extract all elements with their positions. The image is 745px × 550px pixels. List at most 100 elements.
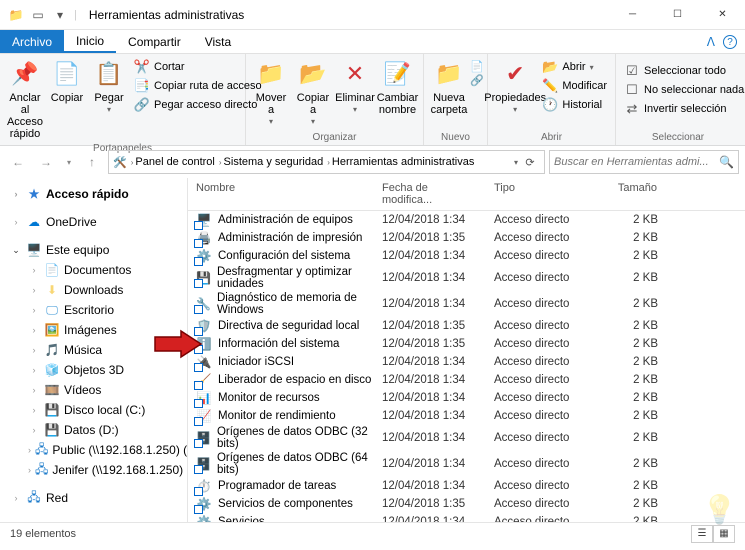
nav-este-equipo[interactable]: ⌄🖥️Este equipo <box>0 240 187 260</box>
invert-selection-button[interactable]: ⇄Invertir selección <box>620 100 745 118</box>
nav-red[interactable]: ›🖧Red <box>0 488 187 508</box>
file-row[interactable]: 🔧Diagnóstico de memoria de Windows12/04/… <box>188 291 745 317</box>
group-organizar-label: Organizar <box>250 131 419 145</box>
file-name: Monitor de rendimiento <box>218 410 336 422</box>
nav-recent-dropdown[interactable]: ▾ <box>62 150 76 174</box>
tab-inicio[interactable]: Inicio <box>64 30 116 53</box>
help-icon[interactable]: ? <box>723 35 737 49</box>
select-none-button[interactable]: ☐No seleccionar nada <box>620 81 745 99</box>
file-icon: 🔧 <box>196 296 211 312</box>
file-row[interactable]: ⚙️Servicios12/04/2018 1:34Acceso directo… <box>188 513 745 522</box>
edit-icon: ✏️ <box>542 78 558 94</box>
easyaccess-icon[interactable]: 🔗 <box>470 74 484 87</box>
qat-properties-icon[interactable]: ▭ <box>30 7 46 23</box>
breadcrumb-dropdown-icon[interactable]: ▾ <box>514 158 518 167</box>
pin-quickaccess-button[interactable]: 📌 Anclar al Acceso rápido <box>4 56 46 142</box>
nav-videos[interactable]: ›🎞️Vídeos <box>0 380 187 400</box>
file-size: 2 KB <box>594 320 666 332</box>
search-input[interactable] <box>554 156 719 168</box>
copy-to-button[interactable]: 📂Copiar a▾ <box>292 56 334 129</box>
star-icon: ★ <box>26 186 42 202</box>
delete-button[interactable]: ✕Eliminar▾ <box>334 56 376 117</box>
nav-disco-c[interactable]: ›💾Disco local (C:) <box>0 400 187 420</box>
drive-icon: 💾 <box>44 422 60 438</box>
select-all-button[interactable]: ☑Seleccionar todo <box>620 62 745 80</box>
col-tamano[interactable]: Tamaño <box>594 178 666 210</box>
file-row[interactable]: 🧹Liberador de espacio en disco12/04/2018… <box>188 371 745 389</box>
close-button[interactable]: ✕ <box>700 0 745 30</box>
selectnone-icon: ☐ <box>624 82 640 98</box>
maximize-button[interactable]: ☐ <box>655 0 700 30</box>
nav-objetos3d[interactable]: ›🧊Objetos 3D <box>0 360 187 380</box>
col-tipo[interactable]: Tipo <box>486 178 594 210</box>
nav-jenifer-z[interactable]: ›🖧Jenifer (\\192.168.1.250) (Z:) <box>0 460 187 480</box>
file-type: Acceso directo <box>486 410 594 422</box>
file-row[interactable]: 🖨️Administración de impresión12/04/2018 … <box>188 229 745 247</box>
nav-acceso-rapido[interactable]: ›★Acceso rápido <box>0 184 187 204</box>
minimize-button[interactable]: ─ <box>610 0 655 30</box>
file-row[interactable]: 🛡️Directiva de seguridad local12/04/2018… <box>188 317 745 335</box>
nav-up-button[interactable]: ↑ <box>80 150 104 174</box>
new-folder-button[interactable]: 📁Nueva carpeta <box>428 56 470 118</box>
search-box[interactable]: 🔍 <box>549 150 739 174</box>
ribbon-collapse-icon[interactable]: ᐱ <box>707 35 715 49</box>
file-row[interactable]: ℹ️Información del sistema12/04/2018 1:35… <box>188 335 745 353</box>
file-row[interactable]: 💾Desfragmentar y optimizar unidades12/04… <box>188 265 745 291</box>
file-date: 12/04/2018 1:35 <box>374 498 486 510</box>
file-type: Acceso directo <box>486 232 594 244</box>
view-details-button[interactable]: ☰ <box>691 525 713 543</box>
file-name: Iniciador iSCSI <box>218 356 294 368</box>
file-type: Acceso directo <box>486 516 594 522</box>
rename-button[interactable]: 📝Cambiar nombre <box>376 56 419 118</box>
history-button[interactable]: 🕐Historial <box>538 96 611 114</box>
tab-archivo[interactable]: Archivo <box>0 30 64 53</box>
nav-escritorio[interactable]: ›🖵Escritorio <box>0 300 187 320</box>
nav-datos-d[interactable]: ›💾Datos (D:) <box>0 420 187 440</box>
tab-vista[interactable]: Vista <box>193 30 243 53</box>
refresh-button[interactable]: ⟳ <box>520 156 540 169</box>
file-size: 2 KB <box>594 338 666 350</box>
open-icon: 📂 <box>542 59 558 75</box>
file-type: Acceso directo <box>486 374 594 386</box>
file-name: Programador de tareas <box>218 480 336 492</box>
file-row[interactable]: 📊Monitor de recursos12/04/2018 1:34Acces… <box>188 389 745 407</box>
file-row[interactable]: ⏱️Programador de tareas12/04/2018 1:34Ac… <box>188 477 745 495</box>
file-row[interactable]: 🖥️Administración de equipos12/04/2018 1:… <box>188 211 745 229</box>
move-to-button[interactable]: 📁Mover a▾ <box>250 56 292 129</box>
search-icon[interactable]: 🔍 <box>719 155 734 169</box>
open-button[interactable]: 📂Abrir▾ <box>538 58 611 76</box>
file-name: Monitor de recursos <box>218 392 320 404</box>
paste-button[interactable]: 📋 Pegar ▾ <box>88 56 130 117</box>
col-nombre[interactable]: Nombre <box>188 178 374 210</box>
file-row[interactable]: 🔌Iniciador iSCSI12/04/2018 1:34Acceso di… <box>188 353 745 371</box>
file-date: 12/04/2018 1:34 <box>374 516 486 522</box>
view-icons-button[interactable]: ▦ <box>713 525 735 543</box>
moveto-icon: 📁 <box>255 58 287 90</box>
breadcrumb-item[interactable]: Panel de control › <box>135 156 221 168</box>
file-row[interactable]: ⚙️Configuración del sistema12/04/2018 1:… <box>188 247 745 265</box>
nav-documentos[interactable]: ›📄Documentos <box>0 260 187 280</box>
nav-public-y[interactable]: ›🖧Public (\\192.168.1.250) (Y:) <box>0 440 187 460</box>
nav-back-button[interactable]: ← <box>6 150 30 174</box>
file-size: 2 KB <box>594 516 666 522</box>
nav-onedrive[interactable]: ›☁OneDrive <box>0 212 187 232</box>
status-count: 19 elementos <box>10 528 76 540</box>
qat-dropdown-icon[interactable]: ▾ <box>52 7 68 23</box>
copy-button[interactable]: 📄 Copiar <box>46 56 88 106</box>
breadcrumb-item[interactable]: Sistema y seguridad › <box>224 156 330 168</box>
edit-button[interactable]: ✏️Modificar <box>538 77 611 95</box>
col-fecha[interactable]: Fecha de modifica... <box>374 178 486 210</box>
breadcrumb-root-icon[interactable]: 🛠️ › <box>113 156 133 169</box>
nav-downloads[interactable]: ›⬇Downloads <box>0 280 187 300</box>
newitem-icon[interactable]: 📄 <box>470 60 484 73</box>
file-row[interactable]: 🗄️Orígenes de datos ODBC (32 bits)12/04/… <box>188 425 745 451</box>
file-row[interactable]: ⚙️Servicios de componentes12/04/2018 1:3… <box>188 495 745 513</box>
properties-button[interactable]: ✔Propiedades▾ <box>492 56 538 117</box>
nav-forward-button[interactable]: → <box>34 150 58 174</box>
tab-compartir[interactable]: Compartir <box>116 30 193 53</box>
breadcrumb[interactable]: 🛠️ › Panel de control › Sistema y seguri… <box>108 150 545 174</box>
breadcrumb-item[interactable]: Herramientas administrativas <box>332 156 474 168</box>
file-row[interactable]: 🗄️Orígenes de datos ODBC (64 bits)12/04/… <box>188 451 745 477</box>
file-size: 2 KB <box>594 298 666 310</box>
file-row[interactable]: 📈Monitor de rendimiento12/04/2018 1:34Ac… <box>188 407 745 425</box>
